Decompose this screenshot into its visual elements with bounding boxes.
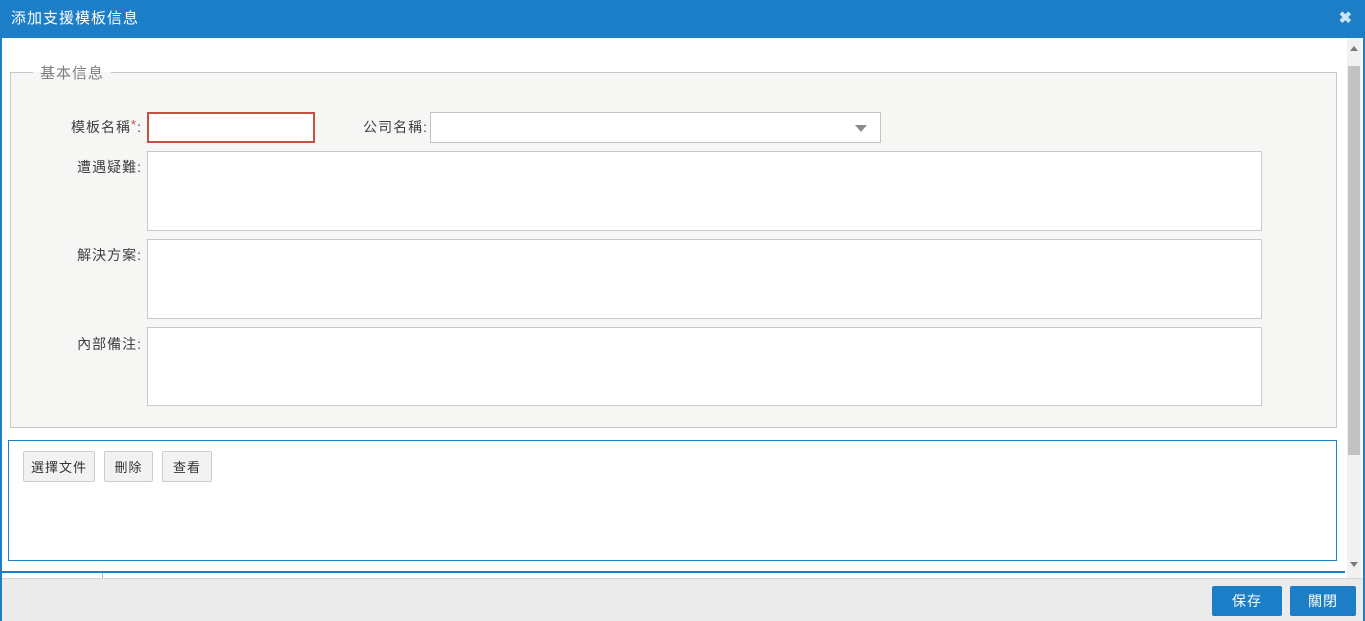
basic-info-legend: 基本信息 [40,65,105,82]
chevron-down-icon [855,125,867,132]
scroll-down-icon[interactable] [1347,556,1361,572]
close-icon[interactable]: ✖ [1339,0,1352,38]
attachment-panel: 選擇文件 刪除 查看 [8,440,1337,561]
dialog-titlebar: 添加支援模板信息 ✖ [0,0,1365,38]
add-support-template-dialog: 添加支援模板信息 ✖ 基本信息 模板名稱*: 公司名稱: 遭遇疑難: 解決方案:… [0,0,1365,621]
difficulty-textarea[interactable] [147,151,1262,231]
delete-file-button[interactable]: 刪除 [104,451,153,482]
close-button[interactable]: 關閉 [1290,586,1356,616]
solution-label: 解決方案: [77,247,142,263]
difficulty-label: 遭遇疑難: [77,159,142,175]
dialog-footer: 保存 關閉 [2,578,1363,621]
dialog-title: 添加支援模板信息 [11,10,140,27]
company-name-select[interactable] [430,112,881,143]
scroll-up-icon[interactable] [1347,40,1361,56]
template-name-label: 模板名稱*: [71,117,142,135]
vertical-scrollbar[interactable] [1347,38,1361,578]
internal-note-textarea[interactable] [147,327,1262,406]
internal-note-label: 內部備注: [77,336,142,352]
required-asterisk: * [131,117,138,132]
save-button[interactable]: 保存 [1212,586,1282,616]
solution-textarea[interactable] [147,239,1262,319]
choose-file-button[interactable]: 選擇文件 [23,451,95,482]
view-file-button[interactable]: 查看 [162,451,212,482]
scrollbar-thumb[interactable] [1348,66,1360,455]
company-name-label: 公司名稱: [363,119,428,135]
partial-table-edge [2,571,1345,580]
